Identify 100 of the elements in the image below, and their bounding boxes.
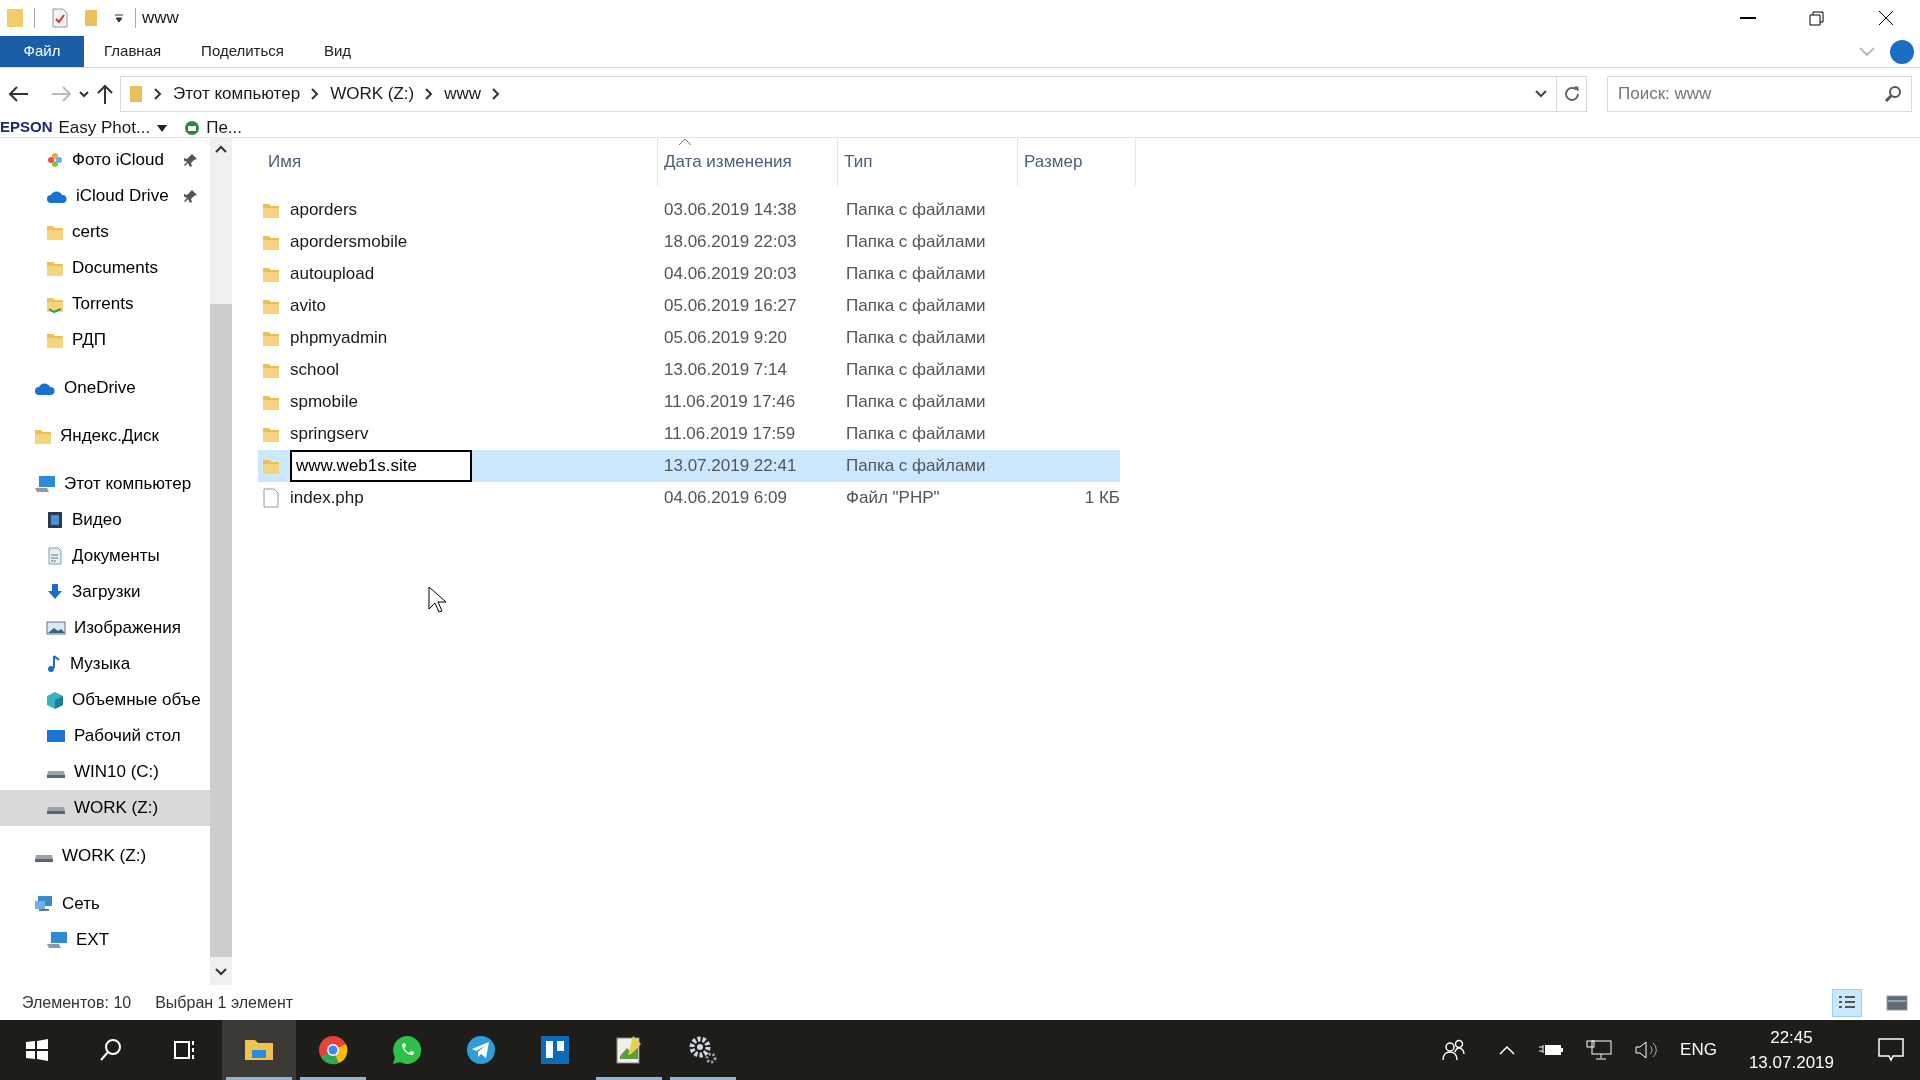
speaker-icon[interactable] <box>1634 1039 1659 1061</box>
taskbar-app-button[interactable] <box>222 1020 296 1080</box>
file-size: 1 КБ <box>1084 488 1120 508</box>
search-field[interactable]: Поиск: www <box>1607 76 1912 112</box>
sidebar-item[interactable]: Музыка <box>0 646 210 682</box>
file-row[interactable]: phpmyadmin 05.06.2019 9:20 Папка с файлами <box>258 322 1120 354</box>
search-icon[interactable] <box>1884 85 1902 103</box>
date-modified: 04.06.2019 20:03 <box>664 264 797 284</box>
rename-field[interactable]: www.web1s.site <box>290 450 472 482</box>
thumbnail-view-icon[interactable] <box>1886 994 1908 1011</box>
scroll-up-icon[interactable] <box>215 144 227 154</box>
file-icon <box>262 488 280 508</box>
window-title: www <box>142 7 179 30</box>
file-row[interactable]: index.php 04.06.2019 6:09 Файл "PHP" 1 КБ <box>258 482 1120 514</box>
sidebar-item[interactable]: Изображения <box>0 610 210 646</box>
file-row[interactable]: aporders 03.06.2019 14:38 Папка с файлами <box>258 194 1120 226</box>
file-type: Папка с файлами <box>846 264 986 284</box>
date-modified: 05.06.2019 9:20 <box>664 328 787 348</box>
sidebar-item[interactable]: Рабочий стол <box>0 718 210 754</box>
chevron-up-icon[interactable] <box>1498 1044 1517 1056</box>
sidebar-item[interactable]: WORK (Z:) <box>0 790 210 826</box>
download-arrow-icon <box>46 583 64 601</box>
sidebar-item[interactable]: OneDrive <box>0 370 210 406</box>
file-type: Папка с файлами <box>846 328 986 348</box>
music-note-icon <box>46 655 62 673</box>
help-button[interactable] <box>1890 39 1914 64</box>
sidebar-item[interactable]: Сеть <box>0 886 210 922</box>
column-header[interactable]: Размер <box>1018 138 1136 186</box>
sidebar-item[interactable]: Видео <box>0 502 210 538</box>
ribbon-tab[interactable]: Главная <box>84 36 182 67</box>
refresh-button[interactable] <box>1557 76 1587 112</box>
file-row[interactable]: apordersmobile 18.06.2019 22:03 Папка с файлами <box>258 226 1120 258</box>
file-row[interactable]: school 13.06.2019 7:14 Папка с файлами <box>258 354 1120 386</box>
toolbar-item[interactable]: Easy Phot... <box>58 114 151 141</box>
sidebar-item[interactable]: EXT <box>0 922 210 958</box>
sidebar-item[interactable]: Документы <box>0 538 210 574</box>
back-arrow-icon[interactable] <box>8 85 30 103</box>
cube-icon <box>46 691 64 709</box>
sidebar-item[interactable]: iCloud Drive <box>0 178 210 214</box>
mouse-cursor-icon <box>428 586 446 614</box>
sidebar-item[interactable]: WIN10 (C:) <box>0 754 210 790</box>
document-icon <box>46 547 64 565</box>
sidebar-item[interactable]: WORK (Z:) <box>0 838 210 874</box>
address-bar[interactable]: Этот компьютер WORK (Z:) www <box>120 76 1557 112</box>
sidebar-item[interactable]: Объемные объе <box>0 682 210 718</box>
sidebar-item[interactable]: Фото iCloud <box>0 142 210 178</box>
file-name: apordersmobile <box>290 231 408 254</box>
details-view-button[interactable] <box>1832 988 1862 1017</box>
clock-date[interactable]: 13.07.2019 <box>1748 1050 1834 1076</box>
file-row[interactable]: springserv 11.06.2019 17:59 Папка с файлами <box>258 418 1120 450</box>
restore-icon <box>1809 10 1824 26</box>
sidebar-item[interactable]: РДП <box>0 322 210 358</box>
sidebar-item[interactable]: Загрузки <box>0 574 210 610</box>
sidebar-item[interactable]: Яндекс.Диск <box>0 418 210 454</box>
file-row[interactable]: avito 05.06.2019 16:27 Папка с файлами <box>258 290 1120 322</box>
recent-locations-icon[interactable] <box>78 89 90 99</box>
notification-icon[interactable] <box>1878 1038 1904 1062</box>
file-type: Папка с файлами <box>846 296 986 316</box>
column-header[interactable]: Дата изменения <box>658 138 838 186</box>
computer-icon <box>34 475 56 493</box>
date-modified: 13.06.2019 7:14 <box>664 360 787 380</box>
toolbar-item[interactable]: Пе... <box>206 114 243 141</box>
date-modified: 18.06.2019 22:03 <box>664 232 797 252</box>
sidebar-item[interactable]: Torrents <box>0 286 210 322</box>
people-icon[interactable] <box>1442 1039 1467 1061</box>
cloud-icon <box>46 188 68 204</box>
ribbon-tab[interactable]: Вид <box>303 36 372 67</box>
battery-icon[interactable] <box>1538 1042 1565 1058</box>
file-row[interactable]: www.web1s.site 13.07.2019 22:41 Папка с файлами <box>258 450 1120 482</box>
clock-time[interactable]: 22:45 <box>1748 1024 1834 1050</box>
ribbon-tab[interactable]: Поделиться <box>181 36 304 67</box>
up-arrow-icon[interactable] <box>96 83 114 105</box>
sidebar-item[interactable]: certs <box>0 214 210 250</box>
item-count: Элементов: 10 <box>22 992 132 1013</box>
chrome-icon <box>317 1034 349 1066</box>
refresh-icon <box>1562 85 1581 103</box>
file-name: school <box>290 359 340 382</box>
file-name: springserv <box>290 423 369 446</box>
network-icon[interactable] <box>1586 1039 1613 1061</box>
date-modified: 05.06.2019 16:27 <box>664 296 797 316</box>
chat-bubble-icon <box>391 1034 423 1066</box>
dropdown-icon[interactable] <box>113 12 125 24</box>
column-header[interactable]: Тип <box>838 138 1018 186</box>
brand-logo: EPSON <box>0 117 53 138</box>
sidebar-item[interactable]: Этот компьютер <box>0 466 210 502</box>
scrollbar-thumb[interactable] <box>210 304 232 957</box>
scroll-down-icon[interactable] <box>215 967 227 977</box>
file-name: autoupload <box>290 263 375 286</box>
sidebar-item[interactable]: Documents <box>0 250 210 286</box>
language-indicator[interactable]: ENG <box>1680 1037 1717 1063</box>
minimize-icon <box>1739 17 1756 19</box>
file-row[interactable]: autoupload 04.06.2019 20:03 Папка с файлами <box>258 258 1120 290</box>
date-modified: 13.07.2019 22:41 <box>664 456 797 476</box>
file-menu-tab[interactable]: Файл <box>0 36 84 67</box>
file-row[interactable]: spmobile 11.06.2019 17:46 Папка с файлами <box>258 386 1120 418</box>
file-name: avito <box>290 295 326 318</box>
dropdown-icon[interactable] <box>156 122 169 133</box>
column-header[interactable]: Имя <box>262 138 658 186</box>
checklist-icon[interactable] <box>51 8 69 28</box>
file-type: Файл "PHP" <box>846 488 940 508</box>
